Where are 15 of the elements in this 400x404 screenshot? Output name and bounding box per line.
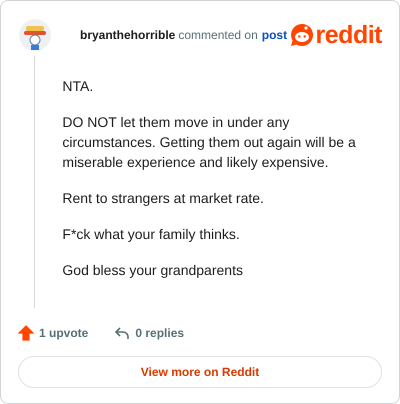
- comment-paragraph: God bless your grandparents: [62, 261, 244, 280]
- reply-count: 0 replies: [135, 326, 184, 340]
- username[interactable]: bryanthehorrible: [80, 28, 176, 42]
- avatar-icon: [18, 18, 52, 52]
- upvote-count: 1 upvote: [39, 326, 88, 340]
- view-more-button[interactable]: View more on Reddit: [18, 356, 382, 388]
- alien-icon: [290, 23, 314, 47]
- comment-paragraph: NTA.: [62, 77, 94, 96]
- comment-paragraph: Rent to strangers at market rate.: [62, 189, 265, 208]
- post-link[interactable]: post: [262, 28, 288, 42]
- reply-icon[interactable]: [114, 325, 130, 341]
- action-text: commented on: [178, 28, 258, 42]
- comment-paragraph: DO NOT let them move in under any circumstances. Getting them out again will be a miserable experience and likely expensive.: [62, 113, 357, 172]
- comment-paragraph: F*ck what your family thinks.: [62, 225, 241, 244]
- upvote-icon[interactable]: [18, 325, 34, 341]
